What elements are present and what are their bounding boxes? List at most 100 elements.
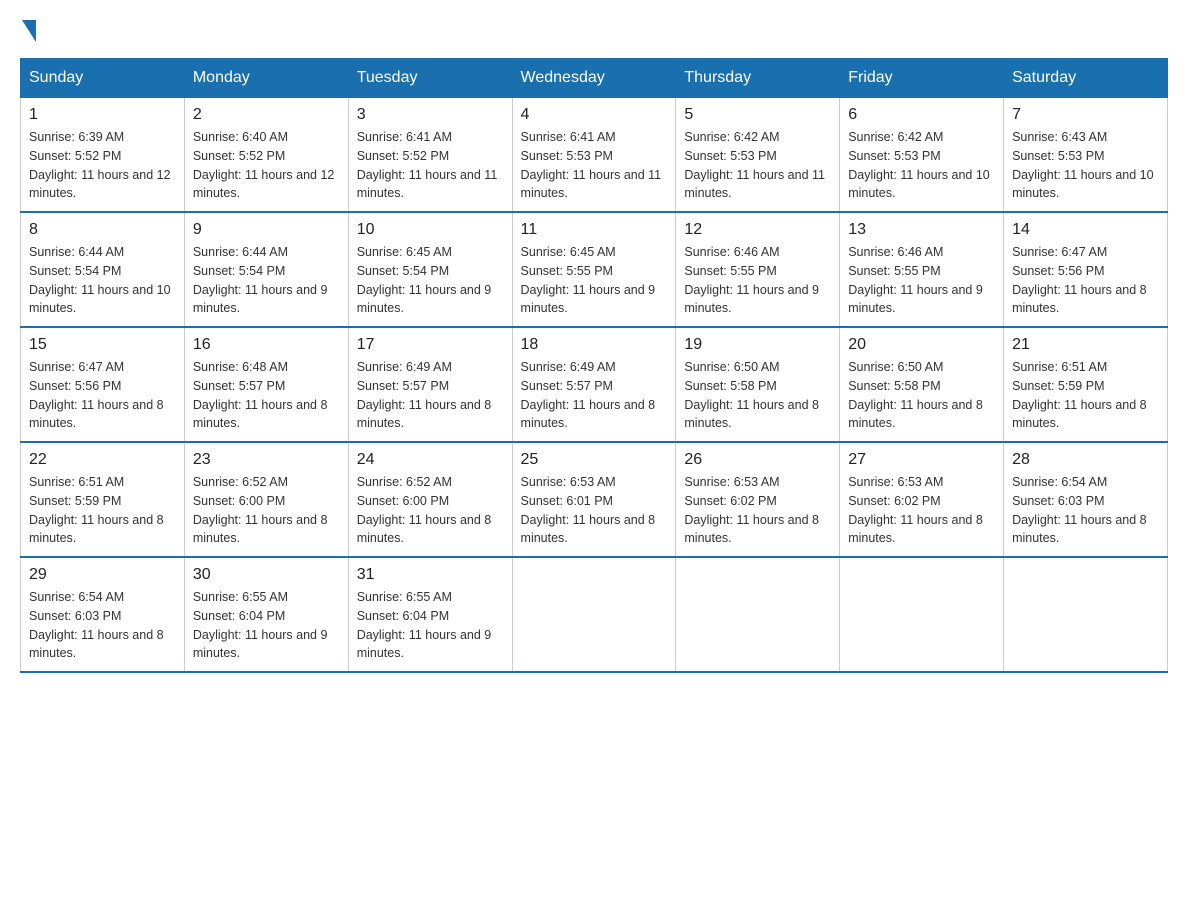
day-number: 6: [848, 106, 995, 124]
calendar-day-cell: 1 Sunrise: 6:39 AM Sunset: 5:52 PM Dayli…: [21, 98, 185, 213]
calendar-day-cell: 13 Sunrise: 6:46 AM Sunset: 5:55 PM Dayl…: [840, 212, 1004, 327]
day-number: 29: [29, 566, 176, 584]
calendar-day-cell: [676, 557, 840, 672]
calendar-week-row: 1 Sunrise: 6:39 AM Sunset: 5:52 PM Dayli…: [21, 98, 1168, 213]
day-info: Sunrise: 6:46 AM Sunset: 5:55 PM Dayligh…: [848, 243, 995, 318]
day-number: 24: [357, 451, 504, 469]
day-number: 9: [193, 221, 340, 239]
calendar-day-header: Friday: [840, 59, 1004, 98]
day-number: 28: [1012, 451, 1159, 469]
calendar-week-row: 22 Sunrise: 6:51 AM Sunset: 5:59 PM Dayl…: [21, 442, 1168, 557]
day-info: Sunrise: 6:41 AM Sunset: 5:53 PM Dayligh…: [521, 128, 668, 203]
day-number: 3: [357, 106, 504, 124]
day-number: 14: [1012, 221, 1159, 239]
calendar-day-cell: 4 Sunrise: 6:41 AM Sunset: 5:53 PM Dayli…: [512, 98, 676, 213]
calendar-day-cell: 22 Sunrise: 6:51 AM Sunset: 5:59 PM Dayl…: [21, 442, 185, 557]
calendar-day-cell: 17 Sunrise: 6:49 AM Sunset: 5:57 PM Dayl…: [348, 327, 512, 442]
day-info: Sunrise: 6:54 AM Sunset: 6:03 PM Dayligh…: [1012, 473, 1159, 548]
calendar-day-header: Monday: [184, 59, 348, 98]
day-number: 26: [684, 451, 831, 469]
calendar-day-cell: 28 Sunrise: 6:54 AM Sunset: 6:03 PM Dayl…: [1004, 442, 1168, 557]
calendar-day-cell: 10 Sunrise: 6:45 AM Sunset: 5:54 PM Dayl…: [348, 212, 512, 327]
calendar-day-cell: [840, 557, 1004, 672]
calendar-header-row: SundayMondayTuesdayWednesdayThursdayFrid…: [21, 59, 1168, 98]
day-info: Sunrise: 6:54 AM Sunset: 6:03 PM Dayligh…: [29, 588, 176, 663]
day-info: Sunrise: 6:55 AM Sunset: 6:04 PM Dayligh…: [193, 588, 340, 663]
calendar-week-row: 15 Sunrise: 6:47 AM Sunset: 5:56 PM Dayl…: [21, 327, 1168, 442]
day-info: Sunrise: 6:41 AM Sunset: 5:52 PM Dayligh…: [357, 128, 504, 203]
day-info: Sunrise: 6:55 AM Sunset: 6:04 PM Dayligh…: [357, 588, 504, 663]
day-number: 25: [521, 451, 668, 469]
day-number: 21: [1012, 336, 1159, 354]
day-number: 13: [848, 221, 995, 239]
day-info: Sunrise: 6:53 AM Sunset: 6:02 PM Dayligh…: [684, 473, 831, 548]
calendar-day-cell: 3 Sunrise: 6:41 AM Sunset: 5:52 PM Dayli…: [348, 98, 512, 213]
calendar-day-cell: 16 Sunrise: 6:48 AM Sunset: 5:57 PM Dayl…: [184, 327, 348, 442]
day-info: Sunrise: 6:50 AM Sunset: 5:58 PM Dayligh…: [684, 358, 831, 433]
day-info: Sunrise: 6:51 AM Sunset: 5:59 PM Dayligh…: [29, 473, 176, 548]
calendar-day-header: Wednesday: [512, 59, 676, 98]
day-number: 1: [29, 106, 176, 124]
calendar-table: SundayMondayTuesdayWednesdayThursdayFrid…: [20, 58, 1168, 673]
calendar-day-cell: 5 Sunrise: 6:42 AM Sunset: 5:53 PM Dayli…: [676, 98, 840, 213]
calendar-day-cell: 7 Sunrise: 6:43 AM Sunset: 5:53 PM Dayli…: [1004, 98, 1168, 213]
day-number: 17: [357, 336, 504, 354]
logo-triangle-icon: [22, 20, 36, 42]
day-number: 30: [193, 566, 340, 584]
day-number: 20: [848, 336, 995, 354]
day-info: Sunrise: 6:39 AM Sunset: 5:52 PM Dayligh…: [29, 128, 176, 203]
day-number: 15: [29, 336, 176, 354]
calendar-day-cell: 11 Sunrise: 6:45 AM Sunset: 5:55 PM Dayl…: [512, 212, 676, 327]
day-number: 2: [193, 106, 340, 124]
calendar-day-cell: [1004, 557, 1168, 672]
day-info: Sunrise: 6:45 AM Sunset: 5:54 PM Dayligh…: [357, 243, 504, 318]
day-number: 4: [521, 106, 668, 124]
day-number: 31: [357, 566, 504, 584]
calendar-week-row: 8 Sunrise: 6:44 AM Sunset: 5:54 PM Dayli…: [21, 212, 1168, 327]
calendar-day-cell: 6 Sunrise: 6:42 AM Sunset: 5:53 PM Dayli…: [840, 98, 1004, 213]
calendar-day-cell: 31 Sunrise: 6:55 AM Sunset: 6:04 PM Dayl…: [348, 557, 512, 672]
day-info: Sunrise: 6:52 AM Sunset: 6:00 PM Dayligh…: [357, 473, 504, 548]
day-info: Sunrise: 6:48 AM Sunset: 5:57 PM Dayligh…: [193, 358, 340, 433]
day-number: 12: [684, 221, 831, 239]
day-number: 5: [684, 106, 831, 124]
calendar-day-header: Tuesday: [348, 59, 512, 98]
calendar-day-cell: 15 Sunrise: 6:47 AM Sunset: 5:56 PM Dayl…: [21, 327, 185, 442]
calendar-day-cell: 12 Sunrise: 6:46 AM Sunset: 5:55 PM Dayl…: [676, 212, 840, 327]
day-number: 22: [29, 451, 176, 469]
day-info: Sunrise: 6:47 AM Sunset: 5:56 PM Dayligh…: [29, 358, 176, 433]
day-number: 10: [357, 221, 504, 239]
calendar-day-cell: 14 Sunrise: 6:47 AM Sunset: 5:56 PM Dayl…: [1004, 212, 1168, 327]
calendar-week-row: 29 Sunrise: 6:54 AM Sunset: 6:03 PM Dayl…: [21, 557, 1168, 672]
calendar-day-cell: 27 Sunrise: 6:53 AM Sunset: 6:02 PM Dayl…: [840, 442, 1004, 557]
calendar-day-cell: 8 Sunrise: 6:44 AM Sunset: 5:54 PM Dayli…: [21, 212, 185, 327]
calendar-day-cell: 2 Sunrise: 6:40 AM Sunset: 5:52 PM Dayli…: [184, 98, 348, 213]
day-info: Sunrise: 6:50 AM Sunset: 5:58 PM Dayligh…: [848, 358, 995, 433]
calendar-day-cell: [512, 557, 676, 672]
calendar-day-cell: 25 Sunrise: 6:53 AM Sunset: 6:01 PM Dayl…: [512, 442, 676, 557]
logo-text: [20, 20, 38, 42]
day-info: Sunrise: 6:53 AM Sunset: 6:02 PM Dayligh…: [848, 473, 995, 548]
day-info: Sunrise: 6:42 AM Sunset: 5:53 PM Dayligh…: [848, 128, 995, 203]
calendar-day-cell: 21 Sunrise: 6:51 AM Sunset: 5:59 PM Dayl…: [1004, 327, 1168, 442]
day-number: 7: [1012, 106, 1159, 124]
day-info: Sunrise: 6:49 AM Sunset: 5:57 PM Dayligh…: [521, 358, 668, 433]
calendar-day-cell: 26 Sunrise: 6:53 AM Sunset: 6:02 PM Dayl…: [676, 442, 840, 557]
calendar-day-cell: 23 Sunrise: 6:52 AM Sunset: 6:00 PM Dayl…: [184, 442, 348, 557]
day-info: Sunrise: 6:43 AM Sunset: 5:53 PM Dayligh…: [1012, 128, 1159, 203]
day-number: 11: [521, 221, 668, 239]
day-info: Sunrise: 6:47 AM Sunset: 5:56 PM Dayligh…: [1012, 243, 1159, 318]
day-info: Sunrise: 6:46 AM Sunset: 5:55 PM Dayligh…: [684, 243, 831, 318]
calendar-day-cell: 20 Sunrise: 6:50 AM Sunset: 5:58 PM Dayl…: [840, 327, 1004, 442]
calendar-day-cell: 24 Sunrise: 6:52 AM Sunset: 6:00 PM Dayl…: [348, 442, 512, 557]
day-info: Sunrise: 6:44 AM Sunset: 5:54 PM Dayligh…: [193, 243, 340, 318]
calendar-day-cell: 19 Sunrise: 6:50 AM Sunset: 5:58 PM Dayl…: [676, 327, 840, 442]
day-info: Sunrise: 6:49 AM Sunset: 5:57 PM Dayligh…: [357, 358, 504, 433]
calendar-day-header: Thursday: [676, 59, 840, 98]
page-header: [20, 20, 1168, 38]
day-number: 19: [684, 336, 831, 354]
calendar-day-header: Saturday: [1004, 59, 1168, 98]
calendar-day-cell: 18 Sunrise: 6:49 AM Sunset: 5:57 PM Dayl…: [512, 327, 676, 442]
day-number: 23: [193, 451, 340, 469]
calendar-day-cell: 9 Sunrise: 6:44 AM Sunset: 5:54 PM Dayli…: [184, 212, 348, 327]
